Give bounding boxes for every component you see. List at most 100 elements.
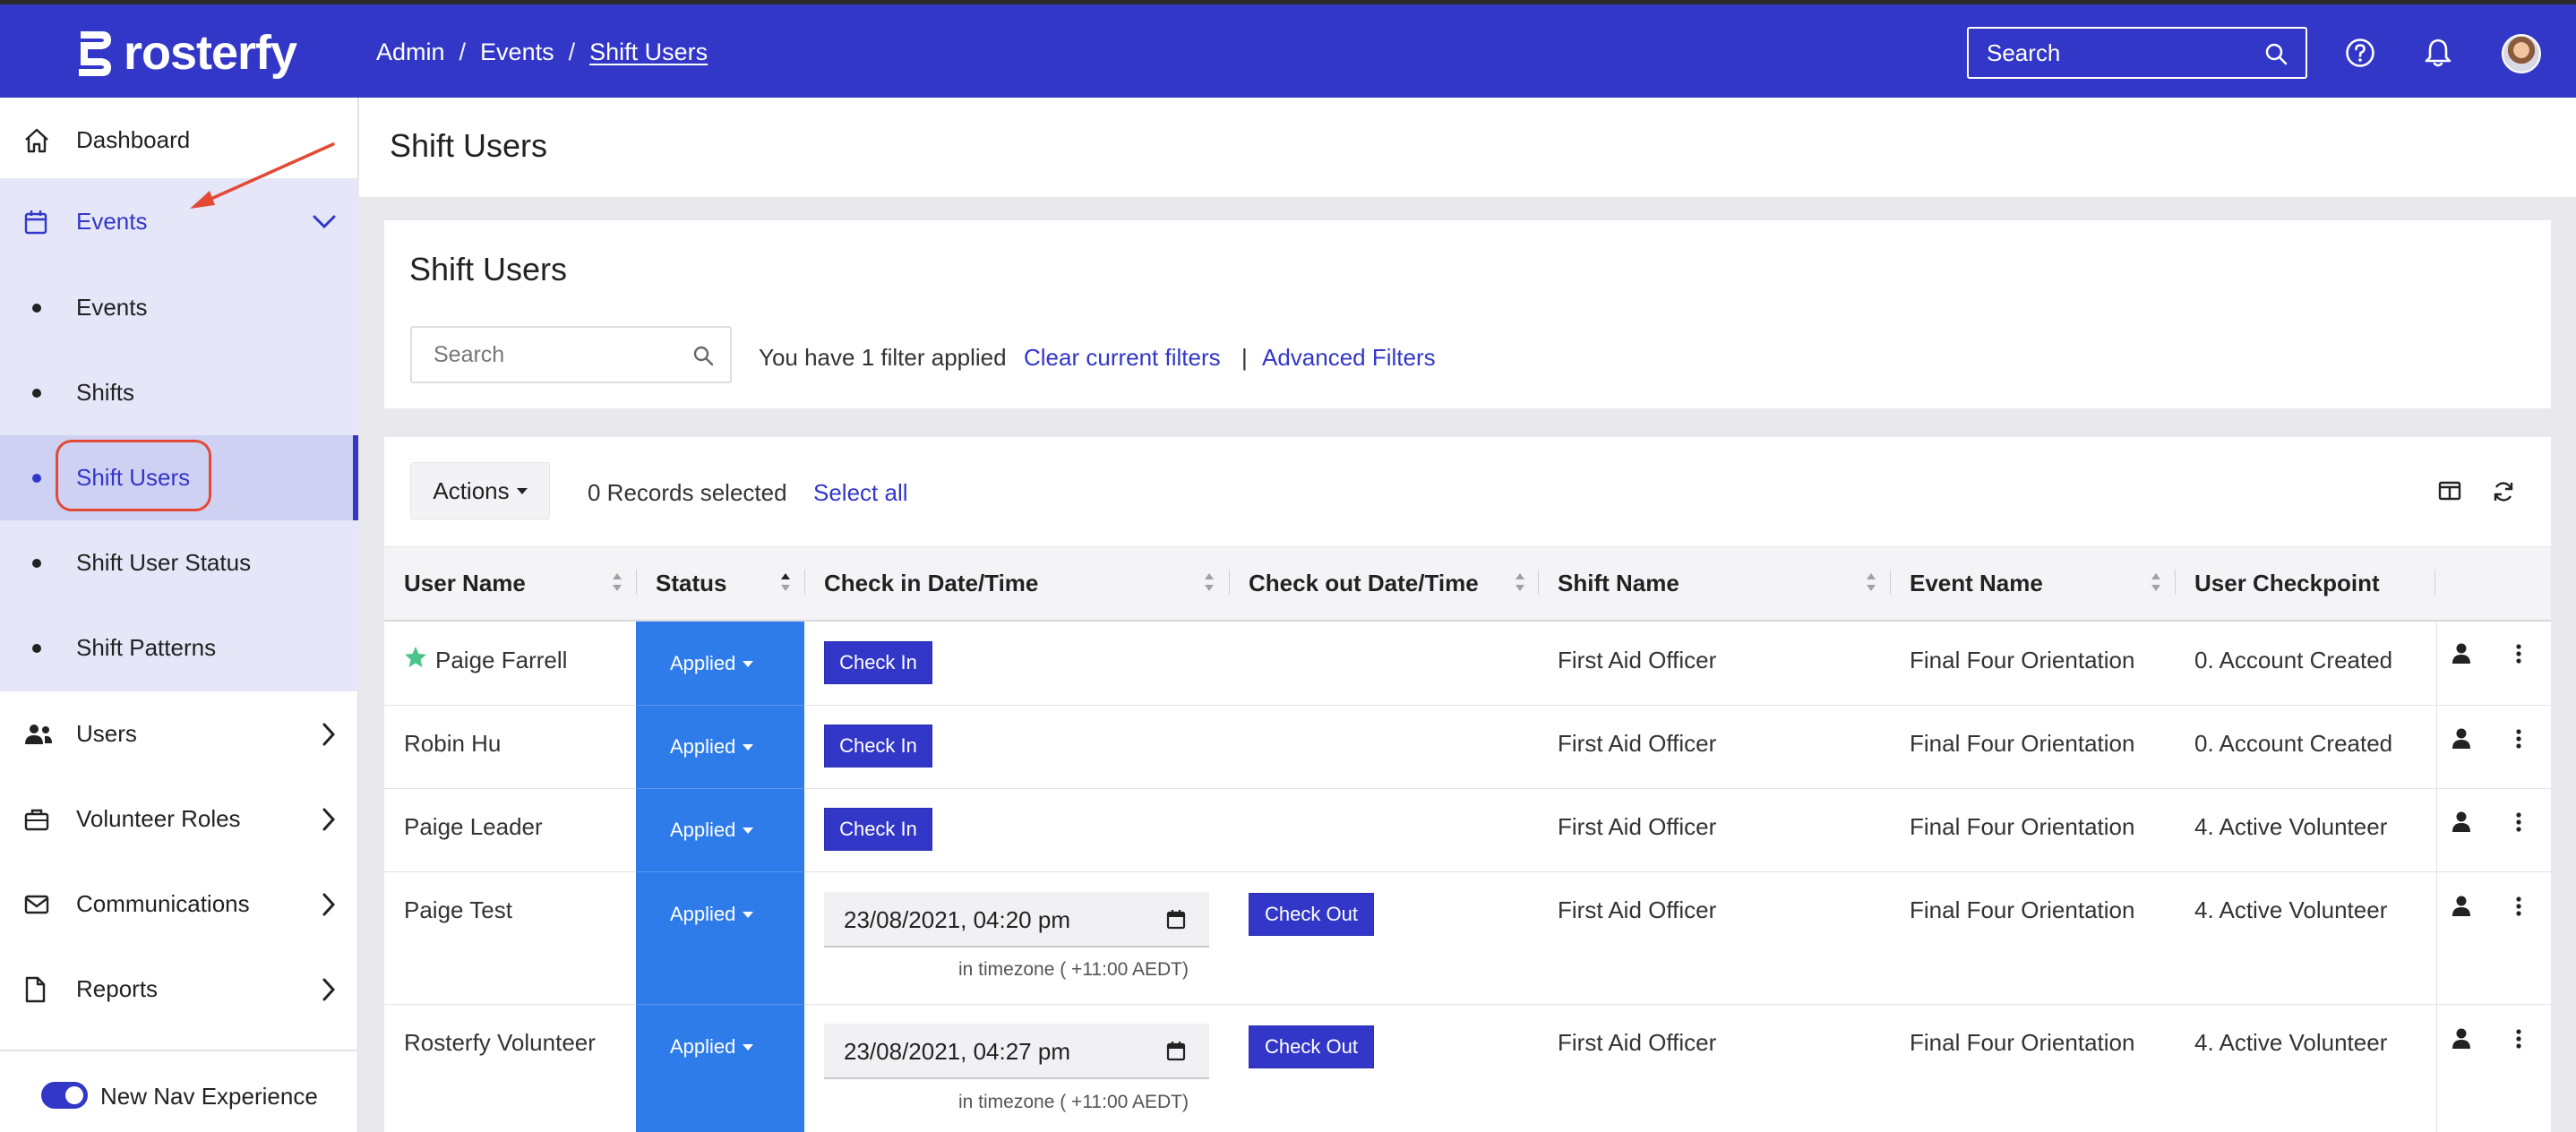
status-label: Applied: [670, 903, 736, 925]
column-header-shift-name[interactable]: Shift Name: [1558, 570, 1679, 597]
user-name-cell[interactable]: Paige Leader: [404, 813, 543, 841]
sidebar-item-users[interactable]: Users: [0, 691, 358, 776]
chevron-right-icon[interactable]: [321, 892, 337, 917]
calendar-icon[interactable]: [1166, 909, 1186, 930]
sidebar-item-volunteer-roles[interactable]: Volunteer Roles: [0, 776, 358, 862]
user-name-cell[interactable]: Paige Farrell: [435, 647, 567, 674]
person-icon[interactable]: [2451, 810, 2471, 834]
checkpoint-cell: 4. Active Volunteer: [2194, 896, 2388, 923]
shift-name-cell: First Aid Officer: [1558, 896, 1717, 923]
status-dropdown[interactable]: Applied: [670, 819, 754, 842]
sort-icon[interactable]: [1865, 570, 1877, 594]
check-in-datetime-input[interactable]: 23/08/2021, 04:27 pm: [824, 1024, 1209, 1079]
column-header-event-name[interactable]: Event Name: [1910, 570, 2043, 597]
bullet-icon: [32, 558, 41, 568]
rosterfy-logo-icon: [79, 31, 111, 76]
table-search-input[interactable]: [412, 328, 730, 382]
logo-text: rosterfy: [124, 26, 297, 80]
column-header-check-out[interactable]: Check out Date/Time: [1249, 570, 1479, 597]
column-header-user-name[interactable]: User Name: [404, 570, 526, 597]
calendar-icon[interactable]: [1166, 1041, 1186, 1062]
calendar-icon: [24, 210, 47, 234]
person-icon[interactable]: [2451, 727, 2471, 750]
breadcrumb-admin[interactable]: Admin: [376, 39, 445, 66]
sidebar-subitem-events[interactable]: Events: [0, 265, 358, 350]
card-title: Shift Users: [409, 251, 568, 287]
advanced-filters-link[interactable]: Advanced Filters: [1262, 344, 1436, 372]
user-avatar[interactable]: [2502, 34, 2541, 73]
column-header-user-checkpoint[interactable]: User Checkpoint: [2194, 570, 2380, 597]
row-divider: [636, 705, 804, 706]
select-all-link[interactable]: Select all: [813, 479, 908, 507]
more-options-icon[interactable]: [2515, 728, 2522, 750]
check-out-button[interactable]: Check Out: [1249, 1025, 1374, 1068]
sort-icon[interactable]: [611, 570, 623, 594]
row-divider: [636, 871, 804, 872]
more-options-icon[interactable]: [2515, 1028, 2522, 1050]
chevron-right-icon[interactable]: [321, 722, 337, 747]
bullet-icon: [32, 388, 41, 398]
breadcrumb-shift-users[interactable]: Shift Users: [589, 39, 708, 66]
more-options-icon[interactable]: [2515, 643, 2522, 665]
person-icon[interactable]: [2451, 642, 2471, 665]
bell-icon[interactable]: [2425, 38, 2451, 68]
more-options-icon[interactable]: [2515, 896, 2522, 917]
chevron-down-icon[interactable]: [312, 214, 337, 230]
new-nav-toggle[interactable]: [41, 1082, 88, 1109]
user-name-cell[interactable]: Rosterfy Volunteer: [404, 1029, 596, 1057]
actions-dropdown-button[interactable]: Actions: [410, 462, 550, 519]
person-icon[interactable]: [2451, 895, 2471, 918]
breadcrumb-events[interactable]: Events: [480, 39, 554, 66]
refresh-icon[interactable]: [2492, 480, 2515, 503]
sidebar-subitem-shift-user-status[interactable]: Shift User Status: [0, 520, 358, 605]
search-icon[interactable]: [692, 345, 714, 366]
status-dropdown[interactable]: Applied: [670, 903, 754, 926]
user-name-cell[interactable]: Paige Test: [404, 896, 512, 924]
sidebar-subitem-shifts[interactable]: Shifts: [0, 350, 358, 435]
status-label: Applied: [670, 652, 736, 674]
check-in-datetime-value: 23/08/2021, 04:20 pm: [844, 906, 1070, 933]
briefcase-icon: [24, 809, 49, 830]
check-in-datetime-input[interactable]: 23/08/2021, 04:20 pm: [824, 892, 1209, 948]
column-divider: [2175, 570, 2176, 595]
document-icon: [25, 976, 46, 1002]
search-icon[interactable]: [2264, 42, 2288, 65]
global-search-input[interactable]: [1969, 29, 2306, 77]
person-icon[interactable]: [2451, 1027, 2471, 1051]
annotation-highlight-box: [56, 440, 211, 511]
check-in-button[interactable]: Check In: [824, 641, 932, 684]
chevron-right-icon[interactable]: [321, 977, 337, 1002]
check-in-button[interactable]: Check In: [824, 725, 932, 768]
envelope-icon: [24, 895, 49, 913]
checkpoint-cell: 0. Account Created: [2194, 730, 2393, 757]
home-icon: [25, 128, 48, 152]
clear-filters-link[interactable]: Clear current filters: [1024, 344, 1221, 372]
sort-ascending-icon[interactable]: [779, 570, 792, 594]
user-name-cell[interactable]: Robin Hu: [404, 730, 501, 758]
rosterfy-logo[interactable]: rosterfy: [75, 26, 297, 80]
more-options-icon[interactable]: [2515, 811, 2522, 833]
caret-down-icon: [516, 487, 528, 494]
check-in-datetime-value: 23/08/2021, 04:27 pm: [844, 1038, 1070, 1065]
column-header-check-in[interactable]: Check in Date/Time: [824, 570, 1038, 597]
sidebar-item-communications[interactable]: Communications: [0, 862, 358, 947]
shift-name-cell: First Aid Officer: [1558, 647, 1717, 673]
check-in-button[interactable]: Check In: [824, 808, 932, 851]
help-icon[interactable]: [2345, 38, 2375, 68]
sort-icon[interactable]: [2150, 570, 2162, 594]
records-selected-text: 0 Records selected: [588, 479, 787, 506]
shift-name-cell: First Aid Officer: [1558, 730, 1717, 757]
status-dropdown[interactable]: Applied: [670, 1035, 754, 1059]
sort-icon[interactable]: [1514, 570, 1526, 594]
column-header-status[interactable]: Status: [656, 570, 726, 597]
sidebar-subitem-shift-patterns[interactable]: Shift Patterns: [0, 605, 358, 690]
columns-icon[interactable]: [2438, 480, 2461, 502]
sidebar-item-reports[interactable]: Reports: [0, 947, 358, 1032]
status-dropdown[interactable]: Applied: [670, 652, 754, 675]
status-dropdown[interactable]: Applied: [670, 735, 754, 759]
filter-status-text: You have 1 filter applied: [759, 344, 1007, 371]
check-out-button[interactable]: Check Out: [1249, 893, 1374, 936]
chevron-right-icon[interactable]: [321, 807, 337, 832]
column-divider: [804, 570, 805, 595]
sort-icon[interactable]: [1203, 570, 1215, 594]
